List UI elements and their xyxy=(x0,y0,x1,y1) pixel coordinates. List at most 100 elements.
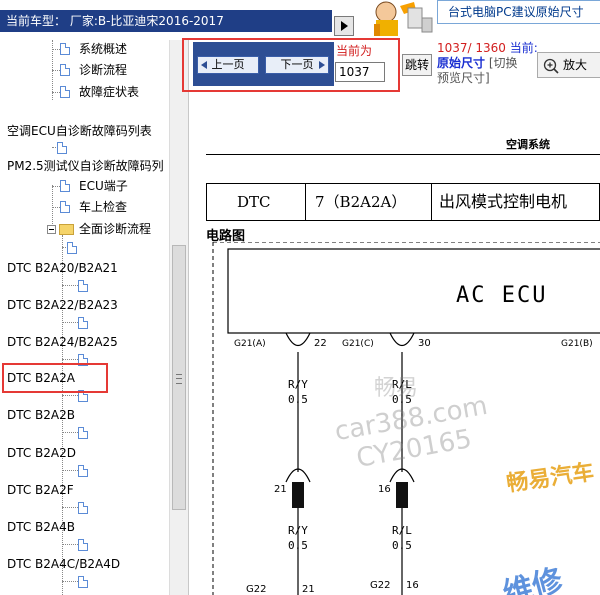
bottom-connector-left: G22 xyxy=(246,584,266,595)
main-panel: 上一页 下一页 当前为 跳转 1037/ 1360 当前: 原始尺寸 [切换 预… xyxy=(182,38,600,595)
sidebar-item-label: 空调ECU自诊断故障码列表 xyxy=(7,124,152,138)
document-icon xyxy=(60,86,70,98)
sidebar-item-dtc-b2a2d[interactable]: DTC B2A2D xyxy=(0,444,168,464)
sidebar-item-label: PM2.5测试仪自诊断故障码列 xyxy=(7,159,164,173)
current-suffix: 当前: xyxy=(509,41,538,55)
wire-left-color: R/Y xyxy=(288,378,308,391)
sidebar-item-dtc-b2a22-b2a23[interactable]: DTC B2A22/B2A23 xyxy=(0,296,168,316)
sidebar-item-symptom-table[interactable]: 故障症状表 xyxy=(0,83,168,103)
wire-mid-lower-color: R/L xyxy=(392,524,412,537)
zoom-in-icon xyxy=(543,58,559,74)
nav-highlight-box xyxy=(182,38,400,92)
ecu-label: AC ECU xyxy=(456,283,547,308)
selection-highlight-box xyxy=(2,363,108,393)
document-icon xyxy=(60,180,70,192)
document-icon xyxy=(78,317,88,329)
sidebar-item-label: DTC B2A4B xyxy=(7,520,76,534)
switch-size-link[interactable]: [切换 xyxy=(489,56,518,70)
zoom-label: 放大 xyxy=(563,58,588,72)
wire-left-size: 0.5 xyxy=(288,393,308,406)
sidebar-item-vehicle-check[interactable]: 车上检查 xyxy=(0,198,168,218)
table-divider xyxy=(305,184,306,220)
page-count: 1037/ 1360 xyxy=(437,41,506,55)
sidebar-item-label: DTC B2A24/B2A25 xyxy=(7,335,118,349)
sidebar-item-dtc-doc[interactable] xyxy=(0,501,168,517)
sidebar-item-pm25-dtc-list[interactable]: PM2.5测试仪自诊断故障码列 xyxy=(0,157,168,177)
circuit-diagram: AC ECU G21(A) 22 G21(C) 30 G21(B) R/Y 0.… xyxy=(212,242,600,595)
connector-left-label: G21(A) xyxy=(234,339,266,349)
top-bar: 当前车型： 厂家:B-比亚迪宋2016-2017 台式电脑PC建议原始尺寸 xyxy=(0,0,600,40)
tree-line xyxy=(62,432,78,433)
collapse-sidebar-button[interactable] xyxy=(334,16,354,36)
tree-line xyxy=(62,544,78,545)
document-icon xyxy=(78,539,88,551)
document-icon xyxy=(57,142,67,154)
sidebar-item-system-overview[interactable]: 系统概述 xyxy=(0,40,168,60)
sidebar-item-label: DTC B2A2F xyxy=(7,483,74,497)
wire-mid-color: R/L xyxy=(392,378,412,391)
sidebar-item-label: DTC B2A20/B2A21 xyxy=(7,261,118,275)
arrow-right-icon xyxy=(341,21,348,31)
document-icon xyxy=(78,280,88,292)
sidebar-item-ecu-terminal[interactable]: ECU端子 xyxy=(0,177,168,197)
section-title: 空调系统 xyxy=(506,138,550,151)
sidebar-item-dtc-doc[interactable] xyxy=(0,464,168,480)
dtc-table: DTC 7（B2A2A） 出风模式控制电机 xyxy=(206,183,600,221)
tree-line xyxy=(62,359,78,360)
connector-right-label: G21(B) xyxy=(561,339,593,349)
wire-left-lower-color: R/Y xyxy=(288,524,308,537)
sidebar-scrollbar[interactable] xyxy=(169,40,188,595)
tree-line xyxy=(52,49,60,50)
sidebar-item-dtc-b2a4b[interactable]: DTC B2A4B xyxy=(0,518,168,538)
bottom-pin-left: 21 xyxy=(302,584,315,595)
scrollbar-thumb[interactable] xyxy=(172,245,186,510)
pc-size-banner: 台式电脑PC建议原始尺寸 xyxy=(437,0,600,24)
document-icon xyxy=(60,43,70,55)
jump-button[interactable]: 跳转 xyxy=(402,54,432,76)
sidebar-item-dtc-doc[interactable] xyxy=(0,426,168,442)
sidebar-item-dtc-b2a2b[interactable]: DTC B2A2B xyxy=(0,406,168,426)
sidebar-item-label: DTC B2A2B xyxy=(7,408,76,422)
tree-line xyxy=(62,507,78,508)
preview-size-link[interactable]: 预览尺寸] xyxy=(437,71,537,86)
pin-mid-top: 30 xyxy=(418,338,431,349)
sidebar-item-ecu-dtc-list-doc[interactable] xyxy=(0,141,168,157)
sidebar-item-diagnosis-flow[interactable]: 诊断流程 xyxy=(0,61,168,81)
tree-line xyxy=(52,207,60,208)
sidebar-item-dtc-b2a4c-b2a4d[interactable]: DTC B2A4C/B2A4D xyxy=(0,555,168,575)
tree-line xyxy=(62,470,78,471)
size-mode-line: 原始尺寸 [切换 xyxy=(437,56,537,71)
tree-line xyxy=(52,70,60,71)
sidebar-item-dtc-doc[interactable] xyxy=(0,279,168,295)
document-icon xyxy=(78,427,88,439)
wire-mid-lower-size: 0.5 xyxy=(392,539,412,552)
collapse-node-icon[interactable] xyxy=(47,225,56,234)
sidebar-item-dtc-doc[interactable] xyxy=(0,575,168,591)
sidebar-item-ecu-dtc-list[interactable]: 空调ECU自诊断故障码列表 xyxy=(0,122,168,142)
document-icon xyxy=(78,576,88,588)
sidebar-item-folder-doc[interactable] xyxy=(0,241,168,257)
sidebar-item-label: 诊断流程 xyxy=(79,63,128,77)
tree-line xyxy=(62,285,78,286)
document-icon xyxy=(60,201,70,213)
sidebar-item-dtc-b2a20-b2a21[interactable]: DTC B2A20/B2A21 xyxy=(0,259,168,279)
document-icon xyxy=(78,502,88,514)
zoom-in-button[interactable]: 放大 xyxy=(537,52,600,78)
sidebar-item-dtc-b2a24-b2a25[interactable]: DTC B2A24/B2A25 xyxy=(0,333,168,353)
header-rule xyxy=(206,154,600,155)
tree-line xyxy=(62,395,78,396)
grip-icon xyxy=(176,374,182,384)
document-page: 空调系统 DTC 7（B2A2A） 出风模式控制电机 电路图 AC ECU G2… xyxy=(206,92,600,595)
folder-open-icon xyxy=(59,224,74,235)
sidebar-item-dtc-b2a2f[interactable]: DTC B2A2F xyxy=(0,481,168,501)
sidebar-item-label: 全面诊断流程 xyxy=(79,222,152,236)
bottom-pin-mid: 16 xyxy=(406,580,419,591)
sidebar-item-dtc-doc[interactable] xyxy=(0,316,168,332)
sidebar-item-full-diagnosis-folder[interactable]: 全面诊断流程 xyxy=(0,220,168,240)
dtc-cell-label: DTC xyxy=(237,193,271,211)
sidebar-item-label: 车上检查 xyxy=(79,200,128,214)
mascot-image xyxy=(364,0,436,38)
dtc-cell-description: 出风模式控制电机 xyxy=(439,192,568,211)
sidebar-item-dtc-doc[interactable] xyxy=(0,538,168,554)
sidebar-tree: 系统概述 诊断流程 故障症状表 空调ECU自诊断故障码列表 PM2.5测试仪自诊… xyxy=(0,40,189,595)
